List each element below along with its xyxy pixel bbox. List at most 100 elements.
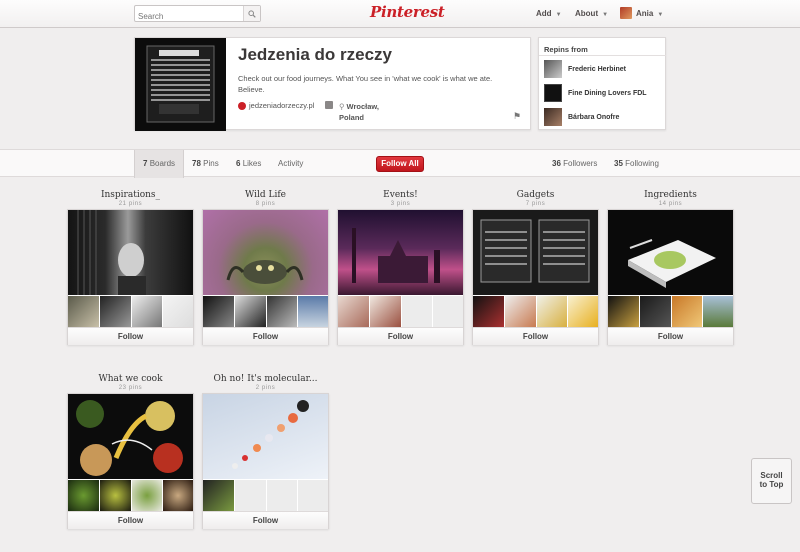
repin-source[interactable]: Bárbara Onofre [544,108,619,126]
board-cover-image[interactable] [338,210,463,295]
follow-board-button[interactable]: Follow [608,327,733,345]
thumbnail[interactable] [203,480,234,511]
thumbnail[interactable] [99,296,131,327]
thumbnail[interactable] [266,480,298,511]
location-pin-icon: ⚲ [339,102,345,111]
thumbnail[interactable] [703,296,733,327]
pinterest-logo[interactable]: Pinterest [370,3,445,21]
thumbnail[interactable] [163,296,193,327]
follow-board-button[interactable]: Follow [203,511,328,529]
boards-label: Boards [149,159,176,168]
following-count: 35 [614,159,623,168]
board-thumbnails [203,480,328,511]
thumbnail[interactable] [99,480,131,511]
board-title[interactable]: Gadgets [472,190,599,200]
thumbnail[interactable] [568,296,598,327]
thumbnail[interactable] [298,296,328,327]
thumbnail[interactable] [298,480,328,511]
thumbnail[interactable] [536,296,568,327]
board-frame[interactable]: Follow [472,209,599,345]
board-cover-image[interactable] [203,210,328,295]
board-title[interactable]: Events! [337,190,464,200]
thumbnail[interactable] [671,296,703,327]
thumbnail[interactable] [639,296,671,327]
board-frame[interactable]: Follow [337,209,464,345]
thumbnail[interactable] [234,296,266,327]
board-pin-count: 23 pins [118,385,143,391]
tab-activity[interactable]: Activity [278,150,303,178]
thumbnail[interactable] [131,296,163,327]
board-cover-image[interactable] [68,210,193,295]
top-navigation-bar: Pinterest Add▼ About▼ Ania▼ [0,0,800,28]
chevron-down-icon: ▼ [657,12,664,18]
thumbnail[interactable] [234,480,266,511]
follow-board-button[interactable]: Follow [338,327,463,345]
tab-followers[interactable]: 36 Followers [552,150,597,178]
report-flag-icon[interactable]: ⚑ [513,111,521,122]
thumbnail[interactable] [473,296,504,327]
add-menu[interactable]: Add ▼ [536,9,562,18]
profile-website-link[interactable]: jedzeniadorzeczy.pl [238,101,314,110]
thumbnail[interactable] [338,296,369,327]
board-pin-count: 2 pins [255,385,276,391]
follow-board-button[interactable]: Follow [68,327,193,345]
facebook-icon[interactable] [325,101,333,109]
user-menu[interactable]: Ania ▼ [636,9,663,18]
profile-location: ⚲ Wrocław, Poland [339,101,379,123]
follow-board-button[interactable]: Follow [203,327,328,345]
board-cover-image[interactable] [203,394,328,479]
thumbnail[interactable] [68,480,99,511]
scroll-to-top-button[interactable]: Scroll to Top [751,458,792,504]
tab-pins[interactable]: 78 Pins [192,150,219,178]
board-frame[interactable]: Follow [67,393,194,529]
board-card[interactable]: Events! 3 pins Follow [337,190,464,363]
profile-card: Jedzenia do rzeczy Check out our food jo… [134,37,531,131]
user-avatar[interactable] [620,7,632,19]
board-card[interactable]: Wild Life 8 pins Follow [202,190,329,363]
follow-board-button[interactable]: Follow [68,511,193,529]
board-cover-image[interactable] [473,210,598,295]
board-title[interactable]: Oh no! It's molecular... [202,374,329,384]
thumbnail[interactable] [608,296,639,327]
thumbnail[interactable] [131,480,163,511]
board-cover-image[interactable] [608,210,733,295]
following-label: Following [625,159,659,168]
board-pin-count: 7 pins [525,201,546,207]
search-button[interactable] [243,6,260,21]
thumbnail[interactable] [504,296,536,327]
thumbnail[interactable] [163,480,193,511]
thumbnail[interactable] [433,296,463,327]
repin-source[interactable]: Fine Dining Lovers FDL [544,84,647,102]
board-cover-image[interactable] [68,394,193,479]
board-title[interactable]: What we cook [67,374,194,384]
tab-following[interactable]: 35 Following [614,150,659,178]
board-card[interactable]: Inspirations_ 21 pins Follow [67,190,194,363]
thumbnail[interactable] [203,296,234,327]
board-card[interactable]: Oh no! It's molecular... 2 pins Follow [202,374,329,547]
board-card[interactable]: Ingredients 14 pins Follow [607,190,734,363]
tab-boards[interactable]: 7 Boards [134,150,185,178]
about-menu[interactable]: About ▼ [575,9,608,18]
thumbnail[interactable] [401,296,433,327]
follow-board-button[interactable]: Follow [473,327,598,345]
board-frame[interactable]: Follow [202,393,329,529]
board-frame[interactable]: Follow [67,209,194,345]
repin-source[interactable]: Frederic Herbinet [544,60,626,78]
board-frame[interactable]: Follow [607,209,734,345]
board-thumbnails [473,296,598,327]
board-card[interactable]: What we cook 23 pins Follow [67,374,194,547]
tab-likes[interactable]: 6 Likes [236,150,261,178]
follow-all-button[interactable]: Follow All [376,156,424,172]
board-card[interactable]: Gadgets 7 pins Follow [472,190,599,363]
divider [539,55,666,56]
search-input[interactable] [135,9,245,24]
thumbnail[interactable] [369,296,401,327]
thumbnail[interactable] [68,296,99,327]
board-frame[interactable]: Follow [202,209,329,345]
board-title[interactable]: Inspirations_ [67,190,194,200]
board-title[interactable]: Ingredients [607,190,734,200]
about-label: About [575,9,599,18]
board-pin-count: 8 pins [255,201,276,207]
thumbnail[interactable] [266,296,298,327]
board-title[interactable]: Wild Life [202,190,329,200]
